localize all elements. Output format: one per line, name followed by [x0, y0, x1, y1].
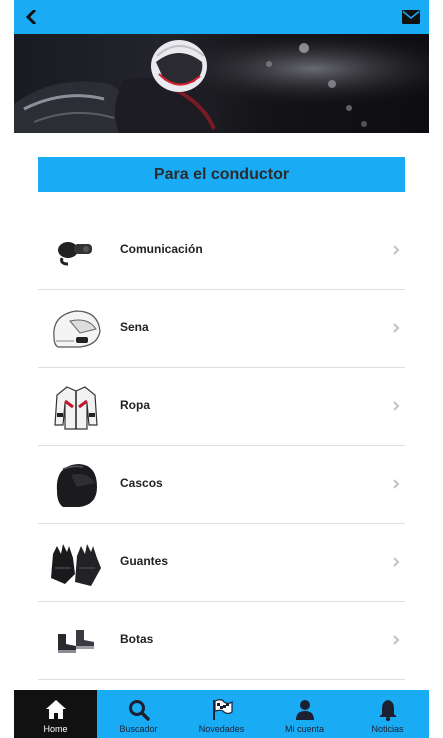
tab-mi-cuenta[interactable]: Mi cuenta — [263, 690, 346, 738]
tab-label: Noticias — [371, 724, 404, 734]
user-icon — [295, 700, 314, 720]
tab-noticias[interactable]: Noticias — [346, 690, 429, 738]
list-item-ropa[interactable]: Ropa — [38, 368, 405, 446]
tab-home[interactable]: Home — [14, 690, 97, 738]
mail-button[interactable] — [401, 8, 421, 26]
tab-label: Home — [43, 724, 68, 734]
bell-icon — [378, 700, 397, 722]
tab-buscador[interactable]: Buscador — [97, 690, 180, 738]
list-item-label: Cascos — [120, 476, 163, 490]
chevron-right-icon — [393, 635, 400, 645]
list-item-label: Ropa — [120, 398, 150, 412]
search-icon — [128, 700, 150, 721]
chevron-right-icon — [393, 557, 400, 567]
chevron-right-icon — [393, 479, 400, 489]
tab-label: Mi cuenta — [284, 724, 325, 734]
motorcycle-rider-image — [14, 34, 429, 133]
list-item-label: Botas — [120, 632, 154, 646]
helmet-icon — [46, 460, 106, 510]
list-item-label: Guantes — [120, 554, 169, 568]
top-bar — [14, 0, 429, 34]
app-frame: Para el conductor Comunicación Sena Ropa… — [14, 0, 429, 738]
list-item-label: Comunicación — [120, 242, 203, 256]
tab-label: Buscador — [119, 724, 158, 734]
sena-helmet-icon — [46, 304, 106, 354]
list-item-label: Sena — [120, 320, 149, 334]
tab-novedades[interactable]: Novedades — [180, 690, 263, 738]
envelope-icon — [402, 10, 420, 24]
list-item-comunicacion[interactable]: Comunicación — [38, 212, 405, 290]
category-list: Comunicación Sena Ropa Cascos Guantes Bo… — [38, 212, 405, 680]
list-item-botas[interactable]: Botas — [38, 602, 405, 680]
chevron-right-icon — [393, 245, 400, 255]
chevron-right-icon — [393, 401, 400, 411]
list-item-cascos[interactable]: Cascos — [38, 446, 405, 524]
chevron-right-icon — [393, 323, 400, 333]
chevron-left-icon — [25, 10, 37, 24]
intercom-device-icon — [46, 226, 106, 276]
flag-icon — [212, 699, 233, 720]
bottom-nav: Home Buscador Novedades Mi cuenta Notici… — [14, 690, 429, 738]
list-item-guantes[interactable]: Guantes — [38, 524, 405, 602]
jacket-icon — [46, 382, 106, 432]
back-button[interactable] — [20, 6, 42, 28]
tab-label: Novedades — [198, 724, 245, 734]
hero-banner — [14, 34, 429, 133]
home-icon — [45, 700, 66, 719]
list-item-sena[interactable]: Sena — [38, 290, 405, 368]
section-title: Para el conductor — [38, 157, 405, 192]
boots-icon — [46, 616, 106, 666]
gloves-icon — [46, 538, 106, 588]
